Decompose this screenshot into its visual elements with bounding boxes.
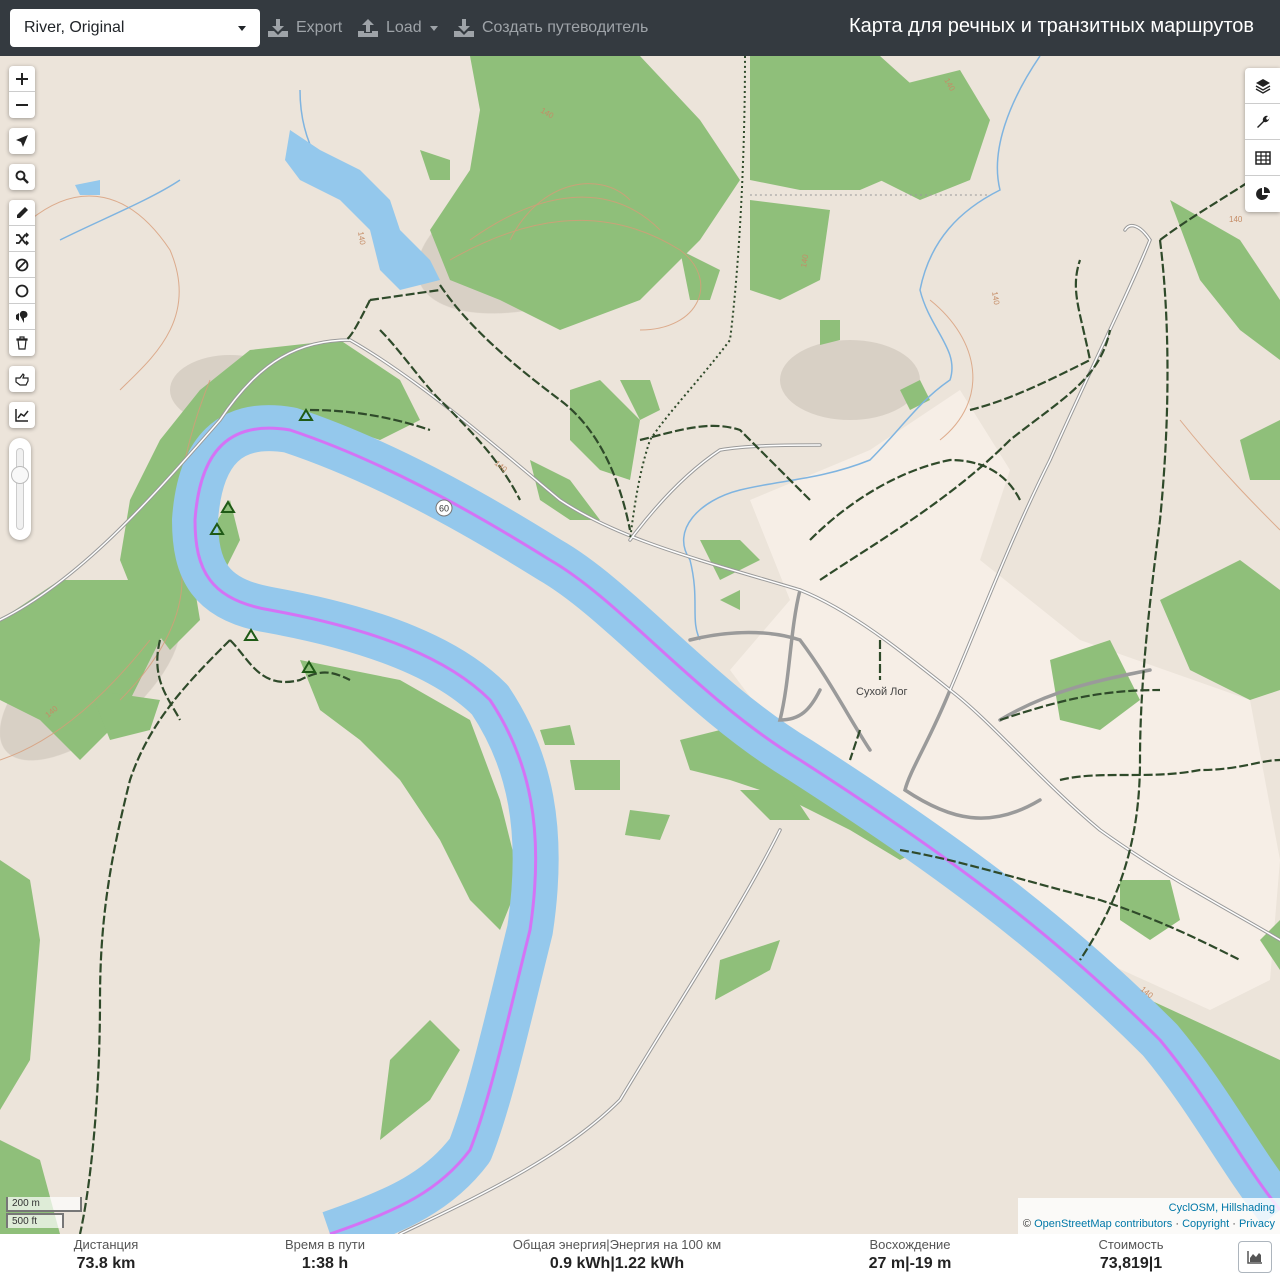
app-title: Карта для речных и транзитных маршрутов (848, 15, 1254, 37)
map-attribution: CyclOSM, Hillshading © OpenStreetMap con… (1017, 1198, 1280, 1234)
map-canvas[interactable]: 60 140 140 140 140 140 140 140 140 140 С… (0, 56, 1280, 1234)
hand-pointer-button[interactable] (9, 366, 35, 392)
zoom-in-button[interactable] (9, 66, 35, 92)
privacy-link[interactable]: Privacy (1239, 1218, 1275, 1230)
area-chart-icon (1247, 1251, 1262, 1264)
contour-label: 140 (1229, 215, 1243, 224)
zoom-control (9, 66, 35, 118)
create-guide-label: Создать путеводитель (482, 19, 649, 36)
locate-button[interactable] (9, 128, 35, 154)
map-pin-icon (16, 310, 28, 323)
layers-button[interactable] (1245, 68, 1280, 104)
circle-icon (15, 284, 29, 297)
route-stats-bar: Дистанция 73.8 km Время в пути 1:38 h Об… (0, 1234, 1280, 1280)
stat-distance: Дистанция 73.8 km (58, 1234, 154, 1273)
line-chart-icon (15, 409, 29, 422)
minus-icon (16, 104, 28, 106)
cost-value: 73,819 (1099, 1255, 1149, 1272)
cost-value-2: 1 (1153, 1255, 1163, 1272)
pie-chart-icon (1255, 187, 1270, 200)
scale-metric: 200 m (6, 1197, 82, 1212)
draw-toolbar (9, 200, 35, 356)
hand-point-right-icon (15, 373, 29, 386)
trash-icon (16, 336, 28, 350)
stat-label: Стоимость (1098, 1237, 1164, 1252)
energy-per-100-value: 1.22 (614, 1255, 646, 1272)
map-scale: 200 m 500 ft (6, 1197, 82, 1228)
zoom-out-button[interactable] (9, 92, 35, 118)
stat-label: Дистанция (73, 1237, 139, 1252)
top-navbar: River, Original Export Load Создать путе… (0, 0, 1280, 56)
scale-imperial: 500 ft (6, 1213, 64, 1228)
ascent-value: 27 (868, 1255, 887, 1272)
download-icon (454, 19, 474, 37)
ban-icon (15, 258, 29, 271)
osm-contributors-link[interactable]: OpenStreetMap contributors (1034, 1218, 1172, 1230)
search-icon (15, 170, 29, 184)
opacity-slider[interactable] (9, 438, 31, 540)
search-button[interactable] (9, 164, 35, 190)
stat-label: Восхождение (869, 1237, 951, 1252)
slider-thumb[interactable] (11, 466, 29, 484)
distance-unit: km (112, 1255, 136, 1272)
stat-energy: Общая энергия|Энергия на 100 км 0.9 kWh|… (512, 1237, 722, 1272)
settings-button[interactable] (1245, 104, 1280, 140)
export-label: Export (296, 19, 343, 36)
map-tiles: 60 140 140 140 140 140 140 140 140 140 С… (0, 56, 1280, 1234)
energy-value: 0.9 (549, 1255, 573, 1272)
stat-cost: Стоимость 73,819|1 (1080, 1234, 1182, 1273)
profile-select[interactable]: River, Original (10, 9, 260, 47)
copyright-link[interactable]: Copyright (1182, 1218, 1229, 1230)
right-toolbar (1245, 68, 1280, 212)
profile-selected-value: River, Original (24, 19, 125, 36)
reverse-route-button[interactable] (9, 226, 35, 252)
locate-control (9, 128, 35, 154)
pencil-icon (17, 206, 28, 218)
duration-value: 1:38 (301, 1255, 334, 1272)
draw-route-button[interactable] (9, 200, 35, 226)
download-icon (268, 19, 288, 37)
stat-label: Общая энергия (512, 1237, 607, 1252)
place-label: Сухой Лог (856, 686, 908, 698)
poi-marker-button[interactable] (9, 304, 35, 330)
create-guide-button[interactable]: Создать путеводитель (454, 16, 648, 40)
distance-value: 73.8 (76, 1255, 108, 1272)
stat-label: Время в пути (285, 1237, 365, 1252)
table-icon (1254, 150, 1271, 165)
chevron-down-icon (238, 26, 246, 31)
elevation-control (9, 402, 35, 428)
statistics-button[interactable] (1245, 176, 1280, 212)
stat-label: Энергия на 100 км (609, 1237, 722, 1252)
search-control (9, 164, 35, 190)
wrench-icon (1256, 115, 1269, 128)
copyright-symbol: © (1022, 1218, 1032, 1230)
stat-duration: Время в пути 1:38 h (275, 1234, 375, 1273)
elevation-chart-button[interactable] (9, 402, 35, 428)
tile-attribution-link[interactable]: CyclOSM, Hillshading (1169, 1202, 1275, 1214)
load-label: Load (386, 19, 422, 36)
upload-icon (358, 19, 378, 37)
route-shield-label: 60 (439, 504, 449, 514)
export-button[interactable]: Export (268, 16, 342, 40)
separator: · (1175, 1218, 1179, 1230)
duration-unit: h (338, 1255, 349, 1272)
layers-icon (1255, 78, 1270, 94)
shuffle-icon (16, 231, 29, 246)
plus-icon (16, 72, 28, 85)
chevron-down-icon (429, 25, 438, 31)
stat-ascent: Восхождение 27 m|-19 m (856, 1234, 964, 1273)
undo-control (9, 366, 35, 392)
location-arrow-icon (16, 135, 28, 147)
slider-track (16, 448, 24, 530)
load-button[interactable]: Load (358, 16, 438, 40)
toggle-elevation-chart-button[interactable] (1238, 1241, 1272, 1273)
descent-value: -19 (909, 1255, 933, 1272)
circle-nogo-button[interactable] (9, 278, 35, 304)
delete-route-button[interactable] (9, 330, 35, 356)
data-table-button[interactable] (1245, 140, 1280, 176)
separator: · (1232, 1218, 1236, 1230)
nogo-area-button[interactable] (9, 252, 35, 278)
